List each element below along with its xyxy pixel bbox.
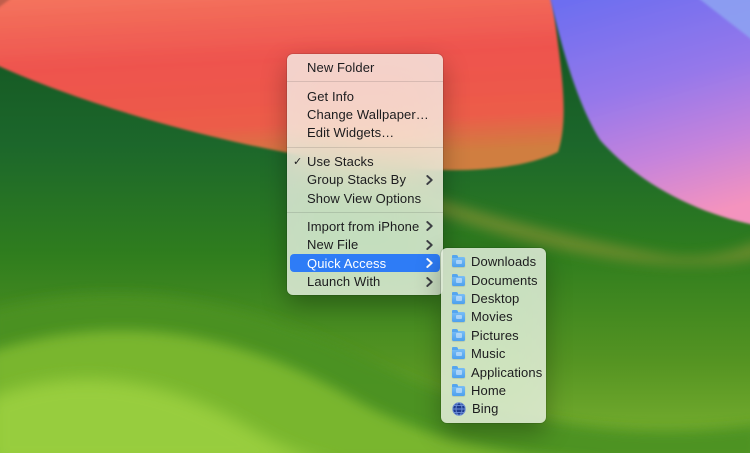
submenu-item-documents[interactable]: Documents [441, 271, 546, 289]
menu-item-use-stacks[interactable]: ✓ Use Stacks [287, 152, 443, 170]
submenu-arrow-icon [426, 277, 433, 287]
submenu-item-label: Pictures [471, 328, 519, 343]
menu-item-group-stacks-by[interactable]: Group Stacks By [287, 170, 443, 188]
menu-item-edit-widgets[interactable]: Edit Widgets… [287, 124, 443, 142]
desktop-folder-icon [452, 294, 465, 304]
menu-item-new-file[interactable]: New File [287, 236, 443, 254]
submenu-item-label: Applications [471, 365, 542, 380]
checkmark-icon: ✓ [293, 155, 302, 168]
globe-icon [452, 402, 466, 416]
menu-item-quick-access[interactable]: Quick Access [290, 254, 440, 272]
movies-folder-icon [452, 312, 465, 322]
menu-item-new-folder[interactable]: New Folder [287, 59, 443, 77]
submenu-item-label: Bing [472, 401, 498, 416]
menu-item-get-info[interactable]: Get Info [287, 87, 443, 105]
submenu-item-home[interactable]: Home [441, 381, 546, 399]
menu-item-change-wallpaper[interactable]: Change Wallpaper… [287, 105, 443, 123]
submenu-item-label: Home [471, 383, 506, 398]
submenu-item-downloads[interactable]: Downloads [441, 253, 546, 271]
submenu-arrow-icon [426, 175, 433, 185]
context-menu: New Folder Get Info Change Wallpaper… Ed… [287, 54, 443, 295]
menu-separator [287, 147, 443, 148]
menu-item-show-view-options[interactable]: Show View Options [287, 189, 443, 207]
menu-item-label: Change Wallpaper… [307, 107, 429, 122]
menu-item-import-from-iphone[interactable]: Import from iPhone [287, 217, 443, 235]
music-folder-icon [452, 349, 465, 359]
menu-item-label: Import from iPhone [307, 219, 419, 234]
desktop[interactable]: New Folder Get Info Change Wallpaper… Ed… [0, 0, 750, 453]
submenu-arrow-icon [426, 258, 433, 268]
submenu-item-label: Documents [471, 273, 538, 288]
menu-item-label: Quick Access [307, 256, 386, 271]
menu-item-label: Edit Widgets… [307, 125, 394, 140]
menu-item-launch-with[interactable]: Launch With [287, 272, 443, 290]
submenu-item-label: Music [471, 346, 505, 361]
submenu-item-music[interactable]: Music [441, 344, 546, 362]
documents-folder-icon [452, 276, 465, 286]
submenu-item-movies[interactable]: Movies [441, 308, 546, 326]
menu-item-label: New Folder [307, 60, 374, 75]
submenu-item-label: Downloads [471, 254, 536, 269]
submenu-item-desktop[interactable]: Desktop [441, 289, 546, 307]
menu-item-label: Launch With [307, 274, 380, 289]
menu-separator [287, 212, 443, 213]
pictures-folder-icon [452, 331, 465, 341]
submenu-arrow-icon [426, 240, 433, 250]
menu-item-label: Use Stacks [307, 154, 374, 169]
menu-separator [287, 81, 443, 82]
quick-access-submenu: Downloads Documents Desktop Movies Pictu… [441, 248, 546, 423]
submenu-item-pictures[interactable]: Pictures [441, 326, 546, 344]
menu-item-label: Get Info [307, 89, 354, 104]
submenu-arrow-icon [426, 221, 433, 231]
submenu-item-bing[interactable]: Bing [441, 400, 546, 418]
home-folder-icon [452, 386, 465, 396]
applications-folder-icon [452, 368, 465, 378]
downloads-folder-icon [452, 257, 465, 267]
menu-item-label: New File [307, 237, 358, 252]
submenu-item-applications[interactable]: Applications [441, 363, 546, 381]
menu-item-label: Show View Options [307, 191, 421, 206]
submenu-item-label: Movies [471, 309, 513, 324]
submenu-item-label: Desktop [471, 291, 519, 306]
menu-item-label: Group Stacks By [307, 172, 406, 187]
